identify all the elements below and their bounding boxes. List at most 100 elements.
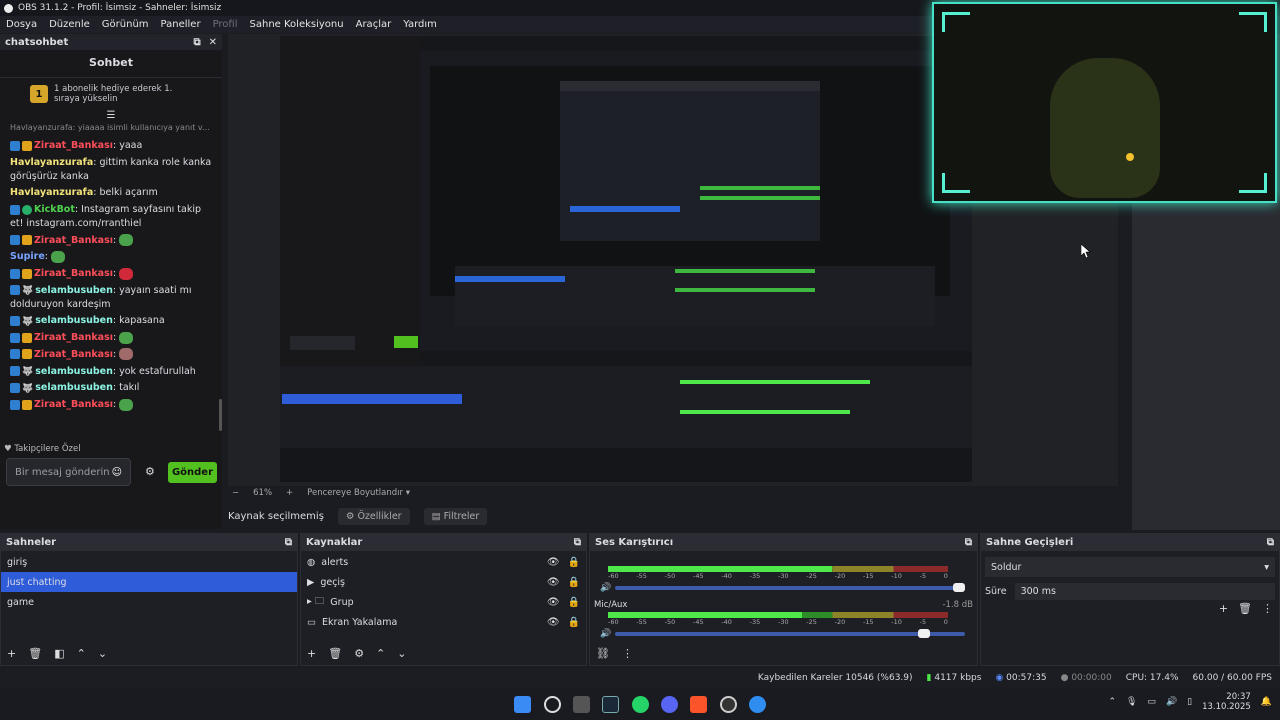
chat-scrollbar[interactable]: [219, 399, 222, 431]
more-icon[interactable]: ⋮: [622, 647, 633, 660]
chat-username[interactable]: Ziraat_Bankası: [34, 140, 113, 151]
chat-username[interactable]: selambusuben: [35, 366, 113, 377]
windows-start-icon[interactable]: [514, 696, 531, 713]
scale-tick: -35: [749, 572, 761, 580]
properties-button[interactable]: ⚙ Özellikler: [337, 507, 410, 525]
more-icon[interactable]: ⋮: [1262, 602, 1273, 615]
chat-username[interactable]: Havlayanzurafa: [10, 187, 93, 198]
volume-slider[interactable]: [615, 583, 966, 592]
notification-icon[interactable]: 🔔: [1261, 697, 1272, 707]
menu-profil[interactable]: Profil: [213, 19, 238, 30]
add-icon[interactable]: +: [1219, 602, 1228, 615]
zoom-out-icon[interactable]: −: [232, 488, 239, 498]
menu-paneller[interactable]: Paneller: [161, 19, 201, 30]
speaker-icon[interactable]: 🔊: [1166, 697, 1177, 707]
steam-icon[interactable]: [602, 696, 619, 713]
menu-sahne-koleksiyonu[interactable]: Sahne Koleksiyonu: [250, 19, 344, 30]
chevron-up-icon[interactable]: ⌃: [376, 647, 385, 660]
clock[interactable]: 20:37 13.10.2025: [1202, 692, 1251, 712]
add-icon[interactable]: +: [7, 647, 16, 660]
send-button[interactable]: Gönder: [168, 462, 217, 483]
gift-banner[interactable]: 1 1 abonelik hediye ederek 1. sıraya yük…: [0, 78, 222, 110]
float-icon[interactable]: ⧉: [193, 37, 200, 48]
battery-icon[interactable]: ▯: [1187, 697, 1192, 707]
chevron-up-icon[interactable]: ⌃: [77, 647, 86, 660]
transition-select[interactable]: Soldur ▾: [985, 557, 1275, 577]
obs-icon[interactable]: [720, 696, 737, 713]
chat-text: :: [113, 332, 117, 344]
undock-icon[interactable]: ⧉: [285, 537, 292, 548]
close-icon[interactable]: ✕: [209, 37, 217, 48]
chevron-down-icon[interactable]: ⌄: [397, 647, 406, 660]
chat-username[interactable]: Ziraat_Bankası: [34, 349, 113, 360]
chat-username[interactable]: selambusuben: [35, 382, 113, 393]
menu-yardim[interactable]: Yardım: [403, 19, 437, 30]
menu-dosya[interactable]: Dosya: [6, 19, 37, 30]
emoji-icon[interactable]: ☺: [112, 467, 122, 478]
chat-username[interactable]: Ziraat_Bankası: [34, 332, 113, 343]
trash-icon[interactable]: 🗑: [1238, 602, 1252, 615]
task-view-icon[interactable]: [573, 696, 590, 713]
menu-duzenle[interactable]: Düzenle: [49, 19, 90, 30]
menu-gorunum[interactable]: Görünüm: [102, 19, 149, 30]
lock-icon[interactable]: 🔒: [568, 557, 580, 568]
lock-icon[interactable]: 🔒: [568, 597, 580, 608]
zoom-in-icon[interactable]: +: [286, 488, 293, 498]
microphone-icon[interactable]: 🎙: [1126, 697, 1137, 707]
link-icon[interactable]: ⛓: [596, 647, 610, 660]
app-icon[interactable]: [749, 696, 766, 713]
whatsapp-icon[interactable]: [632, 696, 649, 713]
chat-username[interactable]: KickBot: [34, 204, 75, 215]
visibility-eye-icon[interactable]: 👁: [547, 617, 560, 628]
lock-icon[interactable]: 🔒: [568, 617, 580, 628]
volume-slider[interactable]: [615, 629, 966, 638]
chevron-down-icon[interactable]: ⌄: [98, 647, 107, 660]
visibility-eye-icon[interactable]: 👁: [547, 597, 560, 608]
fit-to-window-dropdown[interactable]: Pencereye Boyutlandır ▾: [307, 488, 410, 498]
zoom-level[interactable]: 61%: [253, 488, 272, 498]
brave-icon[interactable]: [690, 696, 707, 713]
volume-slider-knob[interactable]: [918, 629, 931, 638]
add-icon[interactable]: +: [307, 647, 316, 660]
gear-icon[interactable]: ⚙: [354, 647, 364, 660]
chat-username[interactable]: Ziraat_Bankası: [34, 268, 113, 279]
discord-icon[interactable]: [661, 696, 678, 713]
speaker-icon[interactable]: 🔊: [600, 583, 611, 593]
duration-input[interactable]: 300 ms: [1014, 583, 1275, 600]
scene-item[interactable]: giriş: [1, 552, 297, 572]
network-icon[interactable]: ▭: [1147, 697, 1156, 707]
trash-icon[interactable]: 🗑: [328, 647, 342, 660]
undock-icon[interactable]: ⧉: [1267, 537, 1274, 548]
mixer-header: Ses Karıştırıcı ⧉: [590, 534, 977, 551]
volume-slider-knob[interactable]: [953, 583, 966, 592]
trash-icon[interactable]: 🗑: [28, 647, 42, 660]
menu-lines-icon[interactable]: ☰: [0, 110, 222, 121]
source-item[interactable]: ◍ alerts 👁 🔒: [301, 552, 586, 572]
source-item[interactable]: ▶ geçiş 👁 🔒: [301, 572, 586, 592]
scene-item[interactable]: just chatting: [1, 572, 297, 592]
chat-username[interactable]: Supire: [10, 251, 45, 262]
visibility-eye-icon[interactable]: 👁: [547, 577, 560, 588]
rec-time-value: 00:00:00: [1071, 673, 1112, 683]
undock-icon[interactable]: ⧉: [574, 537, 581, 548]
menu-araclar[interactable]: Araçlar: [356, 19, 392, 30]
search-icon[interactable]: [544, 696, 561, 713]
speaker-icon[interactable]: 🔊: [600, 629, 611, 639]
filters-button[interactable]: ▤ Filtreler: [423, 507, 488, 525]
chat-username[interactable]: Havlayanzurafa: [10, 157, 93, 168]
chat-username[interactable]: Ziraat_Bankası: [34, 399, 113, 410]
sources-header: Kaynaklar ⧉: [301, 534, 586, 551]
filter-icon[interactable]: ◧: [54, 647, 64, 660]
scene-item[interactable]: game: [1, 592, 297, 612]
lock-icon[interactable]: 🔒: [568, 577, 580, 588]
undock-icon[interactable]: ⧉: [965, 537, 972, 548]
chat-username[interactable]: selambusuben: [35, 315, 113, 326]
chat-username[interactable]: selambusuben: [35, 285, 113, 296]
source-item[interactable]: ▸ 🗀 Grup 👁 🔒: [301, 592, 586, 612]
chat-username[interactable]: Ziraat_Bankası: [34, 235, 113, 246]
chat-input[interactable]: Bir mesaj gönderin ☺: [6, 458, 131, 486]
chevron-up-icon[interactable]: ⌃: [1108, 697, 1116, 707]
gear-icon[interactable]: ⚙: [145, 465, 155, 478]
source-item[interactable]: ▭ Ekran Yakalama 👁 🔒: [301, 612, 586, 632]
visibility-eye-icon[interactable]: 👁: [547, 557, 560, 568]
